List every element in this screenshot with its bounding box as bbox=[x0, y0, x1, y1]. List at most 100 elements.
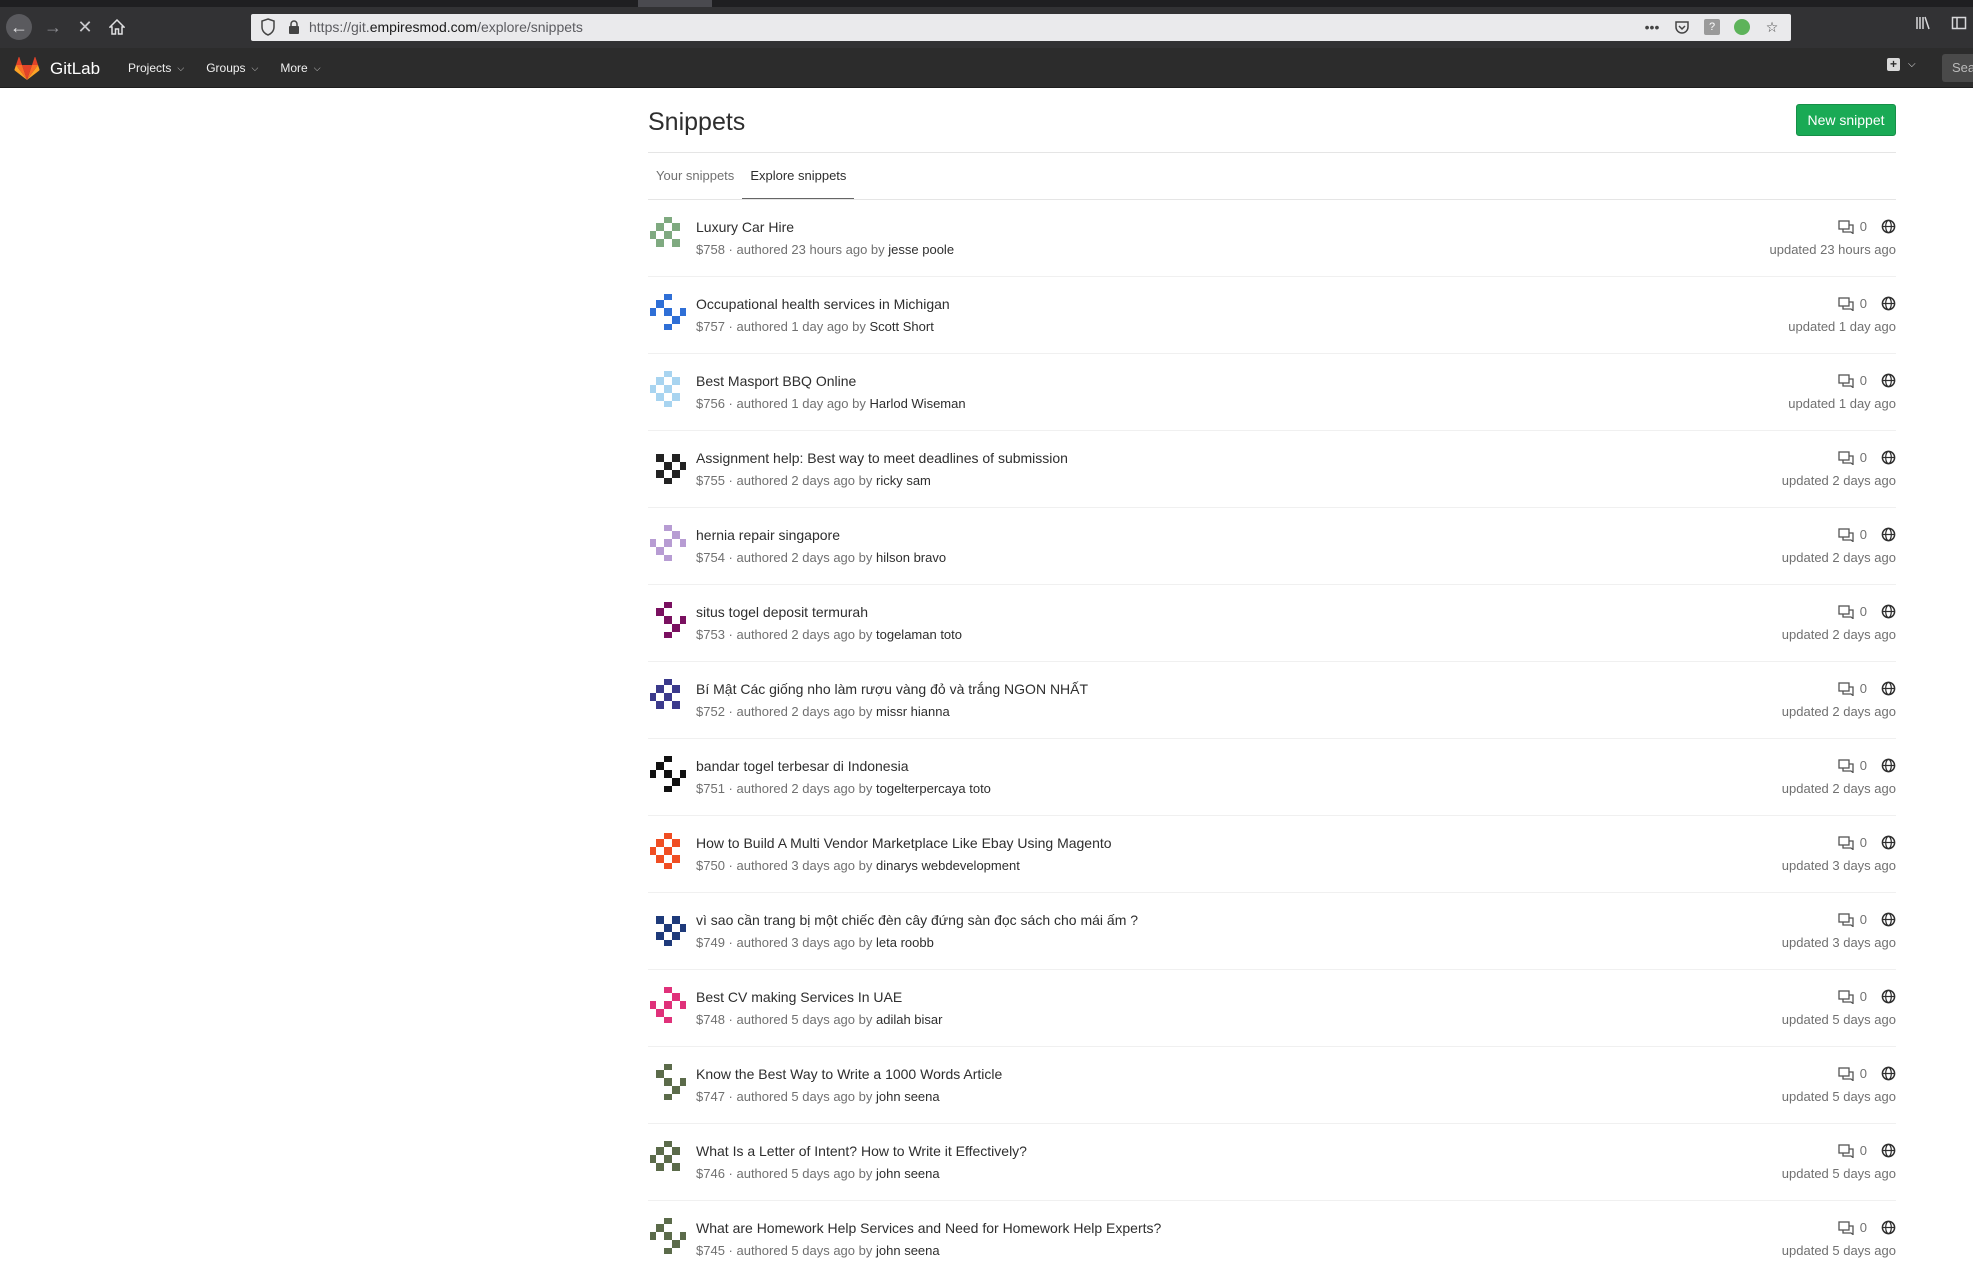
snippet-ref[interactable]: $748 bbox=[696, 1012, 725, 1027]
snippet-ref[interactable]: $749 bbox=[696, 935, 725, 950]
comments-count[interactable]: 0 bbox=[1860, 758, 1867, 773]
extension-help-icon[interactable]: ? bbox=[1703, 18, 1721, 36]
comments-count[interactable]: 0 bbox=[1860, 219, 1867, 234]
snippet-author-link[interactable]: dinarys webdevelopment bbox=[876, 858, 1020, 873]
snippet-ref[interactable]: $753 bbox=[696, 627, 725, 642]
snippet-title-link[interactable]: Bí Mật Các giống nho làm rượu vàng đỏ và… bbox=[696, 681, 1088, 697]
snippet-ref[interactable]: $754 bbox=[696, 550, 725, 565]
snippet-title-link[interactable]: How to Build A Multi Vendor Marketplace … bbox=[696, 835, 1112, 851]
snippet-author-link[interactable]: hilson bravo bbox=[876, 550, 946, 565]
bookmark-star-icon[interactable]: ☆ bbox=[1763, 18, 1781, 36]
snippet-author-link[interactable]: ricky sam bbox=[876, 473, 931, 488]
comments-count[interactable]: 0 bbox=[1860, 604, 1867, 619]
snippet-ref[interactable]: $755 bbox=[696, 473, 725, 488]
snippet-authored: authored 23 hours ago by bbox=[736, 242, 885, 257]
comments-count[interactable]: 0 bbox=[1860, 527, 1867, 542]
lock-icon[interactable] bbox=[287, 19, 301, 35]
snippet-ref[interactable]: $758 bbox=[696, 242, 725, 257]
comments-count[interactable]: 0 bbox=[1860, 681, 1867, 696]
menu-projects[interactable]: Projects ⌵ bbox=[128, 61, 184, 75]
avatar[interactable] bbox=[648, 523, 688, 563]
snippet-ref[interactable]: $747 bbox=[696, 1089, 725, 1104]
snippet-author-link[interactable]: john seena bbox=[876, 1089, 940, 1104]
tab-explore-snippets[interactable]: Explore snippets bbox=[742, 152, 855, 200]
back-arrow-icon[interactable]: ← bbox=[6, 14, 32, 40]
comments-count[interactable]: 0 bbox=[1860, 912, 1867, 927]
snippet-title-link[interactable]: Assignment help: Best way to meet deadli… bbox=[696, 450, 1068, 466]
snippet-title-link[interactable]: Luxury Car Hire bbox=[696, 219, 794, 235]
snippet-author-link[interactable]: missr hianna bbox=[876, 704, 950, 719]
avatar[interactable] bbox=[648, 1216, 688, 1256]
snippet-ref[interactable]: $756 bbox=[696, 396, 725, 411]
snippet-ref[interactable]: $750 bbox=[696, 858, 725, 873]
url-text[interactable]: https://git.empiresmod.com/explore/snipp… bbox=[309, 19, 583, 35]
comments-count[interactable]: 0 bbox=[1860, 296, 1867, 311]
avatar[interactable] bbox=[648, 1139, 688, 1179]
avatar[interactable] bbox=[648, 985, 688, 1025]
snippet-author-link[interactable]: jesse poole bbox=[888, 242, 954, 257]
new-dropdown[interactable]: + ⌵ bbox=[1887, 58, 1916, 71]
gitlab-brand-text: GitLab bbox=[50, 59, 101, 78]
comments-count[interactable]: 0 bbox=[1860, 1066, 1867, 1081]
address-bar[interactable]: https://git.empiresmod.com/explore/snipp… bbox=[251, 14, 1791, 41]
snippet-row: Luxury Car Hire $758 · authored 23 hours… bbox=[648, 200, 1896, 277]
avatar[interactable] bbox=[648, 754, 688, 794]
snippet-author-link[interactable]: Scott Short bbox=[870, 319, 934, 334]
avatar[interactable] bbox=[648, 677, 688, 717]
snippet-ref[interactable]: $746 bbox=[696, 1166, 725, 1181]
comments-count[interactable]: 0 bbox=[1860, 1220, 1867, 1235]
snippet-author-link[interactable]: john seena bbox=[876, 1166, 940, 1181]
snippet-author-link[interactable]: togelaman toto bbox=[876, 627, 962, 642]
snippet-title-link[interactable]: bandar togel terbesar di Indonesia bbox=[696, 758, 908, 774]
avatar[interactable] bbox=[648, 908, 688, 948]
tracking-shield-icon[interactable] bbox=[261, 18, 275, 36]
snippet-title-link[interactable]: Occupational health services in Michigan bbox=[696, 296, 950, 312]
comments-count[interactable]: 0 bbox=[1860, 1143, 1867, 1158]
page-actions-icon[interactable]: ••• bbox=[1643, 18, 1661, 36]
snippet-title-link[interactable]: situs togel deposit termurah bbox=[696, 604, 868, 620]
snippet-author-link[interactable]: leta roobb bbox=[876, 935, 934, 950]
snippet-title-link[interactable]: vì sao cần trang bị một chiếc đèn cây đứ… bbox=[696, 912, 1138, 928]
search-input[interactable]: Sea bbox=[1942, 54, 1973, 82]
avatar[interactable] bbox=[648, 600, 688, 640]
avatar[interactable] bbox=[648, 1062, 688, 1102]
extension-globe-icon[interactable] bbox=[1733, 18, 1751, 36]
menu-groups[interactable]: Groups ⌵ bbox=[206, 61, 258, 75]
sidebar-icon[interactable] bbox=[1951, 15, 1967, 36]
home-icon[interactable] bbox=[104, 14, 130, 40]
snippet-ref[interactable]: $751 bbox=[696, 781, 725, 796]
comments-count[interactable]: 0 bbox=[1860, 989, 1867, 1004]
snippet-title-link[interactable]: hernia repair singapore bbox=[696, 527, 840, 543]
library-icon[interactable] bbox=[1915, 15, 1931, 36]
gitlab-home-link[interactable]: GitLab bbox=[14, 57, 100, 81]
avatar-image bbox=[648, 754, 688, 794]
comments-count[interactable]: 0 bbox=[1860, 373, 1867, 388]
comments-count[interactable]: 0 bbox=[1860, 450, 1867, 465]
browser-tab-active[interactable] bbox=[638, 0, 712, 7]
new-snippet-button[interactable]: New snippet bbox=[1796, 104, 1896, 136]
snippet-ref[interactable]: $752 bbox=[696, 704, 725, 719]
snippet-title-link[interactable]: Best Masport BBQ Online bbox=[696, 373, 856, 389]
snippet-title-link[interactable]: Best CV making Services In UAE bbox=[696, 989, 902, 1005]
pocket-icon[interactable] bbox=[1673, 18, 1691, 36]
snippet-title-link[interactable]: Know the Best Way to Write a 1000 Words … bbox=[696, 1066, 1002, 1082]
avatar[interactable] bbox=[648, 446, 688, 486]
snippet-author-link[interactable]: john seena bbox=[876, 1243, 940, 1258]
forward-arrow-icon[interactable]: → bbox=[40, 14, 66, 40]
avatar[interactable] bbox=[648, 292, 688, 332]
snippet-author-link[interactable]: adilah bisar bbox=[876, 1012, 943, 1027]
snippet-ref[interactable]: $745 bbox=[696, 1243, 725, 1258]
snippet-author-link[interactable]: Harlod Wiseman bbox=[870, 396, 966, 411]
avatar[interactable] bbox=[648, 831, 688, 871]
snippet-title-link[interactable]: What are Homework Help Services and Need… bbox=[696, 1220, 1161, 1236]
snippet-stats: 0 bbox=[1838, 450, 1896, 465]
comments-count[interactable]: 0 bbox=[1860, 835, 1867, 850]
avatar[interactable] bbox=[648, 369, 688, 409]
avatar[interactable] bbox=[648, 215, 688, 255]
snippet-title-link[interactable]: What Is a Letter of Intent? How to Write… bbox=[696, 1143, 1027, 1159]
stop-loading-icon[interactable]: ✕ bbox=[72, 14, 98, 40]
tab-your-snippets[interactable]: Your snippets bbox=[648, 152, 742, 200]
snippet-ref[interactable]: $757 bbox=[696, 319, 725, 334]
snippet-author-link[interactable]: togelterpercaya toto bbox=[876, 781, 991, 796]
menu-more[interactable]: More ⌵ bbox=[280, 61, 320, 75]
